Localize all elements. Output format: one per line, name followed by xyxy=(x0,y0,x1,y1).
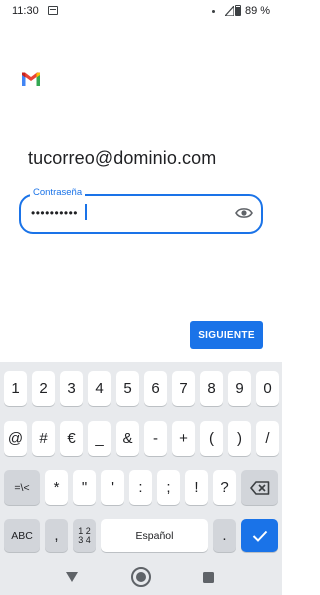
recent-apps-icon[interactable] xyxy=(203,572,214,583)
backspace-icon xyxy=(249,480,269,495)
key-open-paren[interactable]: ( xyxy=(200,421,223,456)
key-close-paren[interactable]: ) xyxy=(228,421,251,456)
password-input[interactable]: •••••••••• xyxy=(31,206,78,220)
key-plus[interactable]: + xyxy=(172,421,195,456)
space-bar[interactable]: Español xyxy=(101,519,208,552)
key-ampersand[interactable]: & xyxy=(116,421,139,456)
checkmark-icon xyxy=(252,530,267,542)
key-double-quote[interactable]: " xyxy=(73,470,96,505)
gmail-logo-icon xyxy=(22,72,40,86)
key-minus[interactable]: - xyxy=(144,421,167,456)
key-at[interactable]: @ xyxy=(4,421,27,456)
battery-icon xyxy=(235,5,241,16)
key-9[interactable]: 9 xyxy=(228,371,251,406)
text-caret xyxy=(85,204,87,220)
key-8[interactable]: 8 xyxy=(200,371,223,406)
navigation-bar xyxy=(0,562,282,595)
key-single-quote[interactable]: ' xyxy=(101,470,124,505)
on-screen-keyboard: 1 2 3 4 5 6 7 8 9 0 @ # € _ & - + ( ) / … xyxy=(0,362,282,562)
notification-dot-icon xyxy=(212,10,215,13)
key-5[interactable]: 5 xyxy=(116,371,139,406)
key-2[interactable]: 2 xyxy=(32,371,55,406)
key-hash[interactable]: # xyxy=(32,421,55,456)
enter-key[interactable] xyxy=(241,519,278,552)
next-button[interactable]: SIGUIENTE xyxy=(190,321,263,349)
key-question[interactable]: ? xyxy=(213,470,236,505)
key-semicolon[interactable]: ; xyxy=(157,470,180,505)
key-3[interactable]: 3 xyxy=(60,371,83,406)
account-email: tucorreo@dominio.com xyxy=(28,148,217,168)
sim-card-icon xyxy=(48,6,58,15)
key-0[interactable]: 0 xyxy=(256,371,279,406)
signal-icon xyxy=(225,6,234,16)
back-triangle-icon[interactable] xyxy=(65,571,79,583)
key-7[interactable]: 7 xyxy=(172,371,195,406)
key-6[interactable]: 6 xyxy=(144,371,167,406)
status-bar: 11:30 89 % xyxy=(0,0,282,24)
key-abc[interactable]: ABC xyxy=(4,519,40,552)
status-time: 11:30 xyxy=(12,5,39,17)
numeric-layout-bottom: 3 4 xyxy=(78,534,91,545)
key-underscore[interactable]: _ xyxy=(88,421,111,456)
battery-percent: 89 % xyxy=(245,5,271,17)
password-label: Contraseña xyxy=(30,187,86,198)
show-password-eye-icon[interactable] xyxy=(235,207,253,219)
key-comma[interactable]: , xyxy=(45,519,68,552)
key-numeric-layout[interactable]: 1 2 3 4 xyxy=(73,519,96,552)
home-icon[interactable] xyxy=(131,567,151,587)
key-exclamation[interactable]: ! xyxy=(185,470,208,505)
key-period[interactable]: . xyxy=(213,519,236,552)
key-asterisk[interactable]: * xyxy=(45,470,68,505)
key-1[interactable]: 1 xyxy=(4,371,27,406)
key-symbols-shift[interactable]: =\< xyxy=(4,470,40,505)
key-euro[interactable]: € xyxy=(60,421,83,456)
key-4[interactable]: 4 xyxy=(88,371,111,406)
password-field[interactable]: Contraseña •••••••••• xyxy=(19,187,263,234)
key-colon[interactable]: : xyxy=(129,470,152,505)
backspace-key[interactable] xyxy=(241,470,278,505)
key-slash[interactable]: / xyxy=(256,421,279,456)
